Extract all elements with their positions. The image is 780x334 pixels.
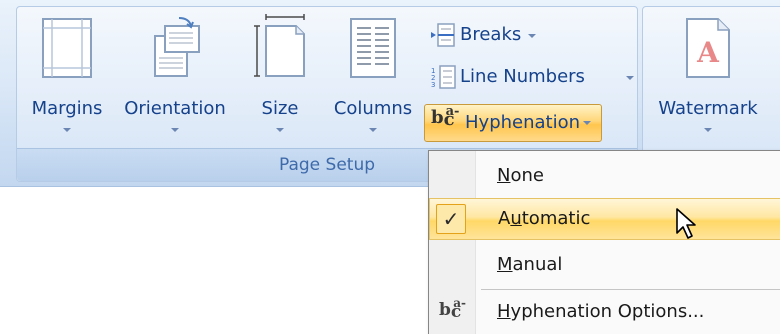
orientation-dropdown-arrow-icon: [171, 128, 179, 132]
menu-item-hyphenation-options[interactable]: bca- Hyphenation Options...: [429, 291, 780, 333]
size-button[interactable]: Size: [240, 10, 320, 140]
menu-item-manual-label: Manual: [497, 254, 563, 275]
menu-separator: [481, 289, 780, 290]
watermark-button[interactable]: A Watermark: [648, 10, 768, 140]
columns-button[interactable]: Columns: [326, 10, 420, 140]
margins-icon: [42, 18, 92, 78]
watermark-dropdown-arrow-icon: [704, 128, 712, 132]
menu-item-none[interactable]: None: [429, 155, 780, 197]
hyphenation-label: Hyphenation: [465, 112, 581, 133]
menu-item-none-label: None: [497, 165, 544, 186]
line-numbers-icon: 1 2 3: [431, 65, 456, 89]
breaks-dropdown-arrow-icon: [528, 34, 536, 38]
svg-text:3: 3: [431, 81, 435, 89]
line-numbers-label: Line Numbers: [460, 66, 585, 87]
breaks-icon: [431, 23, 455, 47]
mouse-cursor-icon: [676, 208, 696, 239]
columns-icon: [350, 18, 396, 78]
menu-item-manual[interactable]: Manual: [429, 244, 780, 286]
hyphenation-icon: bca-: [431, 104, 460, 130]
orientation-icon: [154, 17, 200, 77]
margins-dropdown-arrow-icon: [63, 128, 71, 132]
breaks-button[interactable]: Breaks: [430, 18, 580, 52]
columns-dropdown-arrow-icon: [369, 128, 377, 132]
hyphenation-options-icon: bca-: [439, 296, 467, 322]
line-numbers-button[interactable]: 1 2 3 Line Numbers: [430, 60, 640, 94]
check-icon: ✓: [436, 204, 466, 234]
margins-button[interactable]: Margins: [20, 10, 114, 140]
size-icon: [254, 14, 305, 77]
hyphenation-dropdown-arrow-icon: [583, 121, 591, 125]
orientation-label: Orientation: [124, 98, 226, 119]
size-label: Size: [261, 98, 299, 119]
hyphenation-button[interactable]: bca- Hyphenation: [424, 104, 602, 142]
size-dropdown-arrow-icon: [276, 128, 284, 132]
menu-item-automatic[interactable]: ✓ Automatic: [429, 198, 780, 240]
watermark-label: Watermark: [658, 98, 758, 119]
margins-label: Margins: [31, 98, 103, 119]
menu-item-automatic-label: Automatic: [498, 208, 591, 229]
breaks-label: Breaks: [460, 24, 522, 45]
orientation-button[interactable]: Orientation: [114, 10, 236, 140]
line-numbers-dropdown-arrow-icon: [626, 76, 634, 80]
hyphenation-menu: None ✓ Automatic Manual bca- Hyphenation…: [428, 150, 780, 334]
columns-label: Columns: [333, 98, 413, 119]
watermark-icon: A: [686, 18, 730, 78]
svg-text:A: A: [696, 36, 720, 69]
menu-item-hyphenation-options-label: Hyphenation Options...: [497, 301, 705, 322]
